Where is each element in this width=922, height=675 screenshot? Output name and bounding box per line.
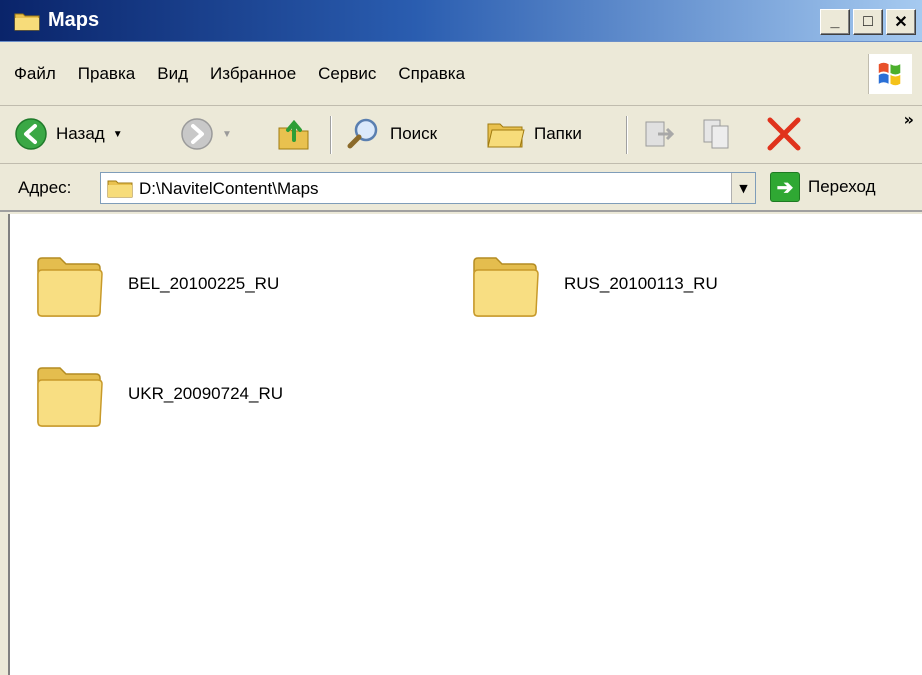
list-item[interactable]: RUS_20100113_RU <box>470 248 718 320</box>
search-label: Поиск <box>390 124 438 143</box>
folders-button[interactable]: Папки <box>486 116 582 152</box>
menu-tools[interactable]: Сервис <box>318 64 376 84</box>
menu-favorites[interactable]: Избранное <box>210 64 296 84</box>
go-button[interactable]: ➔ Переход <box>770 172 876 202</box>
forward-button[interactable]: ▼ <box>180 116 232 152</box>
up-folder-icon <box>278 119 309 150</box>
menu-edit[interactable]: Правка <box>78 64 135 84</box>
list-item[interactable]: UKR_20090724_RU <box>34 358 283 430</box>
folder-icon <box>37 367 103 427</box>
maximize-button[interactable]: □ <box>853 9 883 35</box>
list-item[interactable]: BEL_20100225_RU <box>34 248 279 320</box>
windows-logo-icon <box>868 54 912 94</box>
search-button[interactable]: Поиск <box>346 116 437 152</box>
window-controls: _ □ ✕ <box>820 9 916 35</box>
move-to-icon <box>645 121 675 147</box>
menu-view[interactable]: Вид <box>157 64 188 84</box>
toolbar: Назад ▼ ▼ Поиск Папки » <box>0 106 922 164</box>
menu-help[interactable]: Справка <box>398 64 465 84</box>
close-button[interactable]: ✕ <box>886 9 916 35</box>
menu-file[interactable]: Файл <box>14 64 56 84</box>
menu-bar: Файл Правка Вид Избранное Сервис Справка <box>0 42 922 106</box>
back-label: Назад <box>56 124 105 143</box>
address-input[interactable]: D:\NavitelContent\Maps ▼ <box>100 172 756 204</box>
file-name: RUS_20100113_RU <box>564 274 718 293</box>
delete-button[interactable] <box>764 116 804 152</box>
search-icon <box>347 118 378 149</box>
back-arrow-icon <box>15 118 47 150</box>
explorer-window: Maps _ □ ✕ Файл Правка Вид Избранное Сер… <box>0 0 922 675</box>
file-list: BEL_20100225_RU RUS_20100113_RU UKR_2009… <box>8 214 922 675</box>
back-dropdown-icon[interactable]: ▼ <box>113 129 123 140</box>
toolbar-overflow-icon[interactable]: » <box>904 110 914 129</box>
address-dropdown-icon[interactable]: ▼ <box>731 173 755 203</box>
forward-arrow-icon <box>181 118 213 150</box>
up-folder-button[interactable] <box>276 116 312 152</box>
forward-dropdown-icon[interactable]: ▼ <box>222 129 232 140</box>
folder-icon <box>37 257 103 317</box>
go-arrow-icon: ➔ <box>770 172 800 202</box>
move-to-button[interactable] <box>640 116 676 152</box>
window-title: Maps <box>48 9 100 31</box>
folder-icon <box>473 257 539 317</box>
address-label: Адрес: <box>18 178 72 197</box>
address-bar: Адрес: D:\NavitelContent\Maps ▼ ➔ Перехо… <box>0 164 922 212</box>
folders-icon <box>487 123 525 148</box>
go-label: Переход <box>808 177 876 196</box>
folder-icon <box>14 13 40 31</box>
address-value: D:\NavitelContent\Maps <box>139 179 319 198</box>
file-name: BEL_20100225_RU <box>128 274 280 293</box>
back-button[interactable]: Назад ▼ <box>14 116 123 152</box>
copy-to-button[interactable] <box>700 116 736 152</box>
copy-to-icon <box>703 119 729 149</box>
folders-label: Папки <box>534 124 582 143</box>
delete-icon <box>767 117 801 151</box>
minimize-button[interactable]: _ <box>820 9 850 35</box>
file-name: UKR_20090724_RU <box>128 384 283 403</box>
folder-icon <box>107 180 133 198</box>
title-bar[interactable]: Maps _ □ ✕ <box>0 0 922 42</box>
